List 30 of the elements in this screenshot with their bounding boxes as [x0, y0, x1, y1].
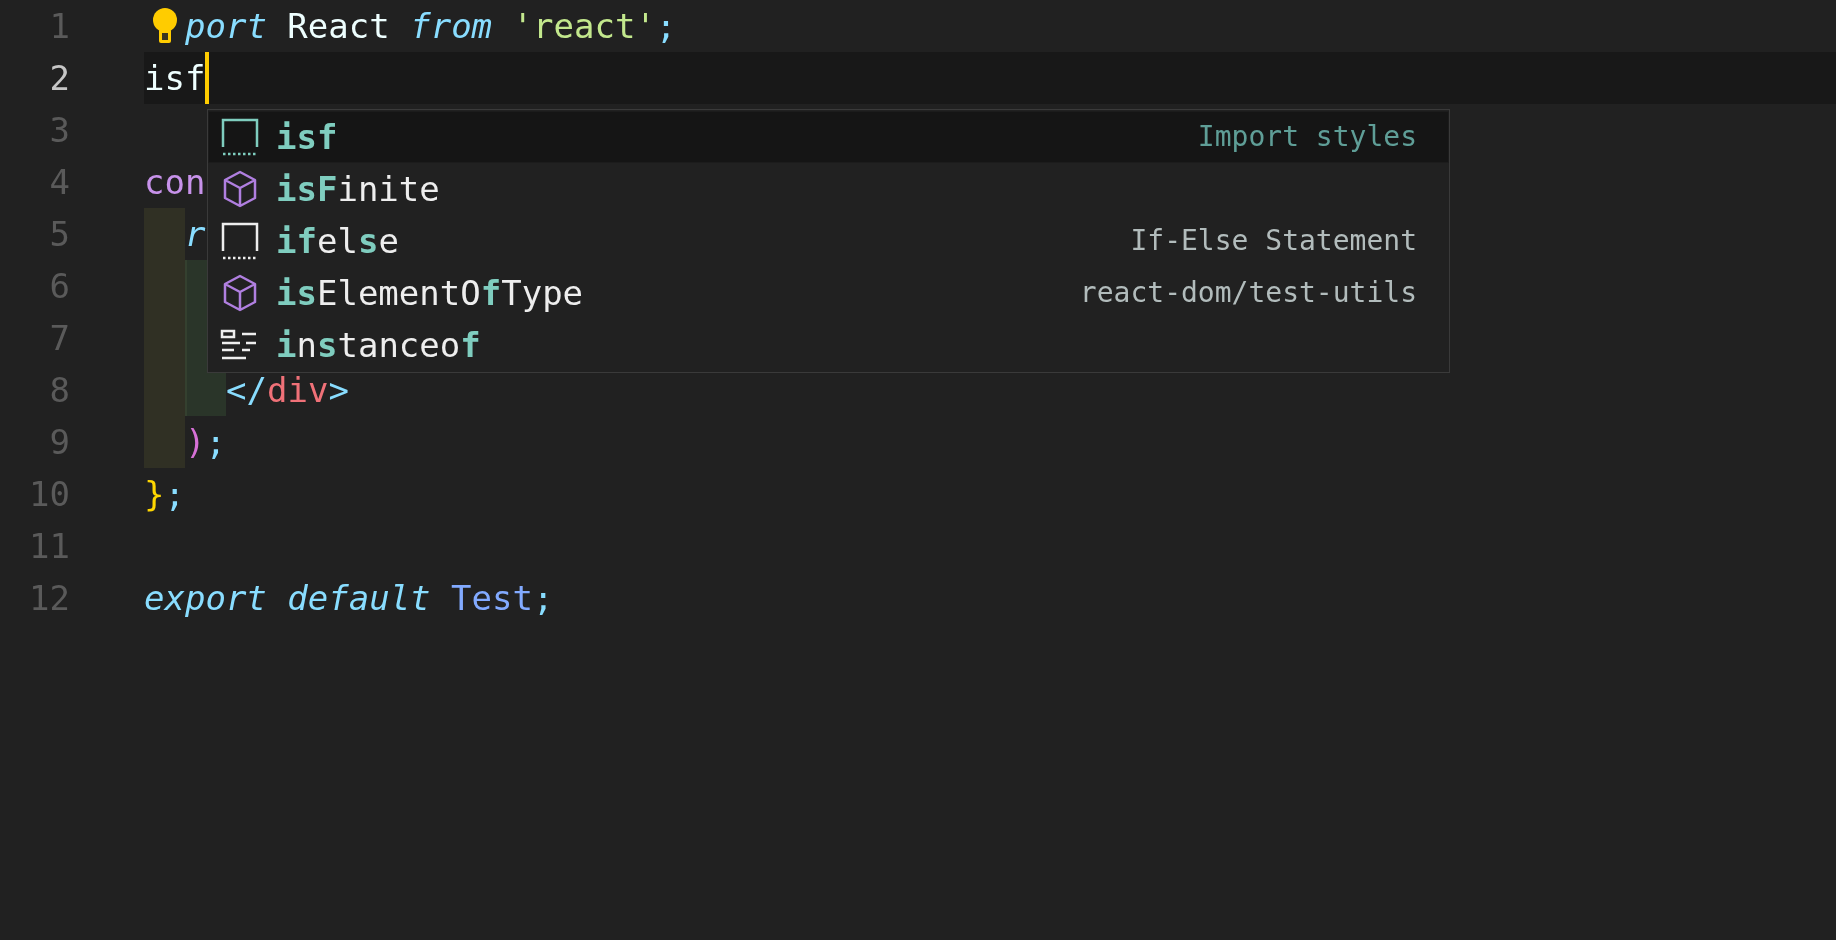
- code-line: );: [185, 421, 226, 464]
- indent-highlight: [144, 416, 185, 468]
- line-number: 3: [48, 109, 70, 152]
- code-line: };: [144, 473, 185, 516]
- line-number: 6: [48, 265, 70, 308]
- snippet-icon: [220, 221, 260, 261]
- suggestion-detail: If-Else Statement: [1130, 223, 1417, 259]
- code-line: port React from 'react';: [185, 5, 677, 48]
- line-number: 1: [48, 5, 70, 48]
- line-number: 5: [48, 213, 70, 256]
- line-number: 4: [48, 161, 70, 204]
- line-number: 2: [48, 57, 70, 100]
- line-number: 9: [48, 421, 70, 464]
- lightbulb-icon[interactable]: [150, 7, 179, 45]
- line-number: 8: [48, 369, 70, 412]
- code-line: export default Test;: [144, 577, 554, 620]
- line-number: 11: [28, 525, 70, 568]
- code-line: isf: [144, 57, 206, 100]
- indent-highlight: [144, 208, 185, 260]
- suggestion-item[interactable]: isf Import styles: [208, 111, 1449, 163]
- code-line: con: [144, 161, 206, 204]
- snippet-icon: [220, 117, 260, 157]
- code-line: r: [185, 213, 206, 256]
- suggestion-detail: react-dom/test-utils: [1079, 275, 1417, 311]
- code-line: </div>: [226, 369, 349, 412]
- line-number: 12: [28, 577, 70, 620]
- suggestion-detail: Import styles: [1197, 119, 1417, 155]
- line-number: 10: [28, 473, 70, 516]
- text-cursor: [205, 52, 210, 104]
- line-number: 7: [48, 317, 70, 360]
